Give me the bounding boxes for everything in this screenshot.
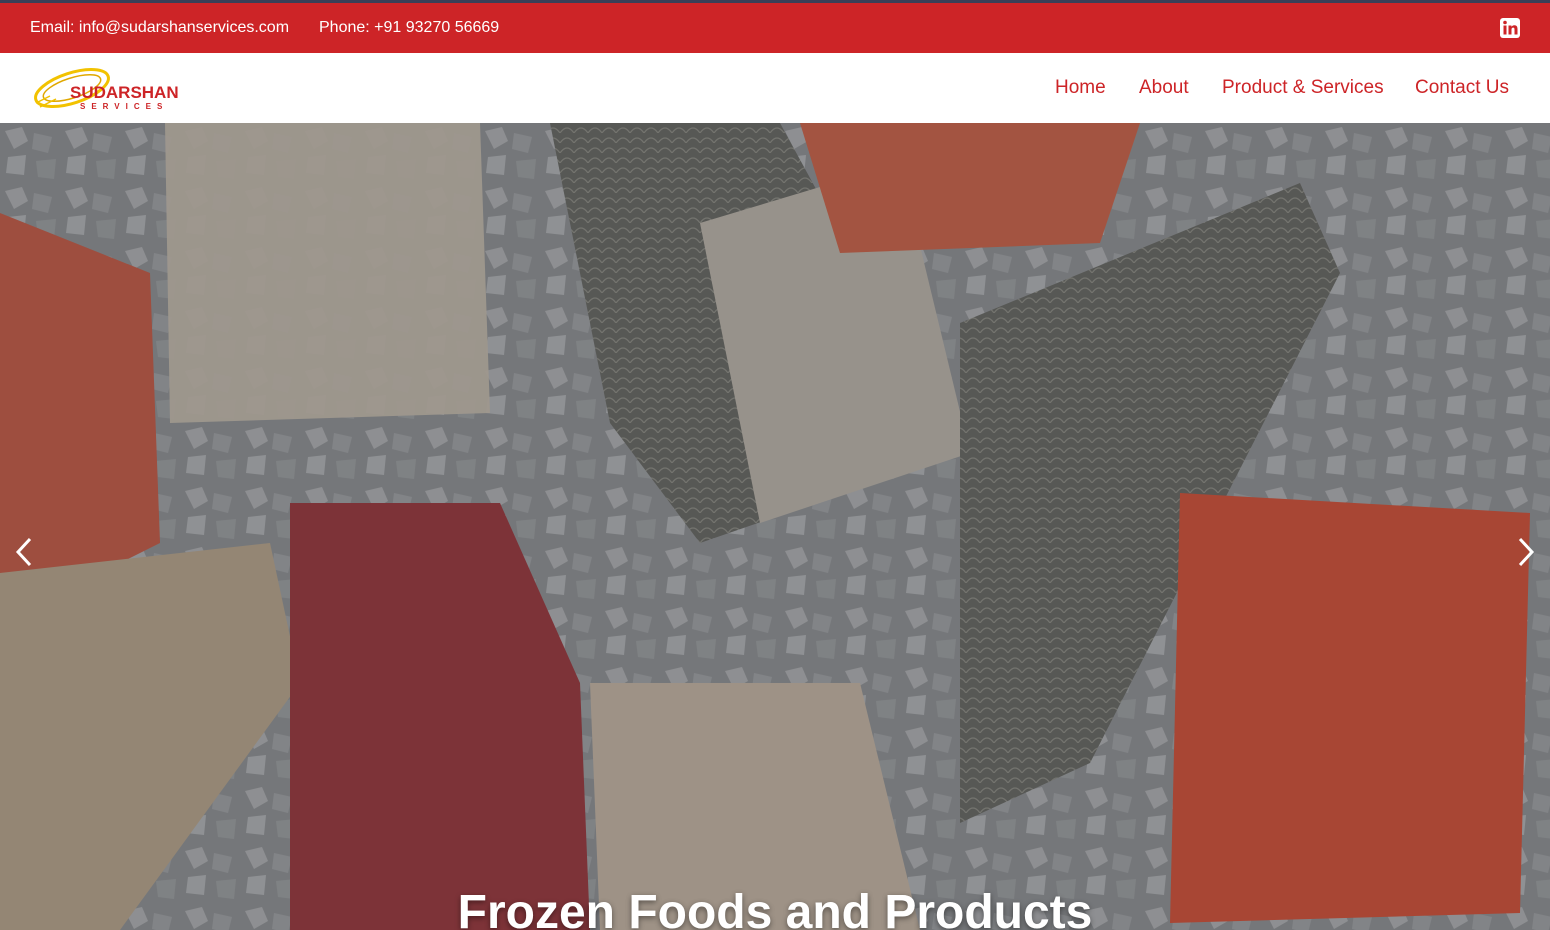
nav-about-link[interactable]: About: [1139, 77, 1189, 99]
contact-topbar: Email: info@sudarshanservices.com Phone:…: [0, 3, 1550, 53]
linkedin-icon[interactable]: [1499, 17, 1521, 39]
nav-products-services-link[interactable]: Product & Services: [1222, 77, 1384, 99]
email-label: Email:: [30, 19, 75, 36]
nav-home-link[interactable]: Home: [1055, 77, 1106, 99]
hero-title: Frozen Foods and Products: [457, 886, 1093, 930]
email-contact[interactable]: Email: info@sudarshanservices.com: [30, 19, 289, 37]
nav-contact-link[interactable]: Contact Us: [1415, 77, 1509, 99]
phone-label: Phone:: [319, 19, 370, 36]
chevron-left-icon[interactable]: [11, 535, 37, 569]
logo-wordmark: SUDARSHAN: [70, 83, 179, 102]
phone-contact[interactable]: Phone: +91 93270 56669: [319, 19, 499, 37]
phone-number[interactable]: +91 93270 56669: [374, 19, 499, 36]
hero-slider: Frozen Foods and Products: [0, 123, 1550, 930]
email-address[interactable]: info@sudarshanservices.com: [79, 19, 289, 36]
chevron-right-icon[interactable]: [1513, 535, 1539, 569]
hero-dark-overlay: [0, 123, 1550, 930]
main-navbar: SUDARSHAN SERVICES Home About Product & …: [0, 53, 1550, 123]
logo-tagline: SERVICES: [80, 102, 168, 111]
sudarshan-logo[interactable]: SUDARSHAN SERVICES: [30, 63, 190, 115]
